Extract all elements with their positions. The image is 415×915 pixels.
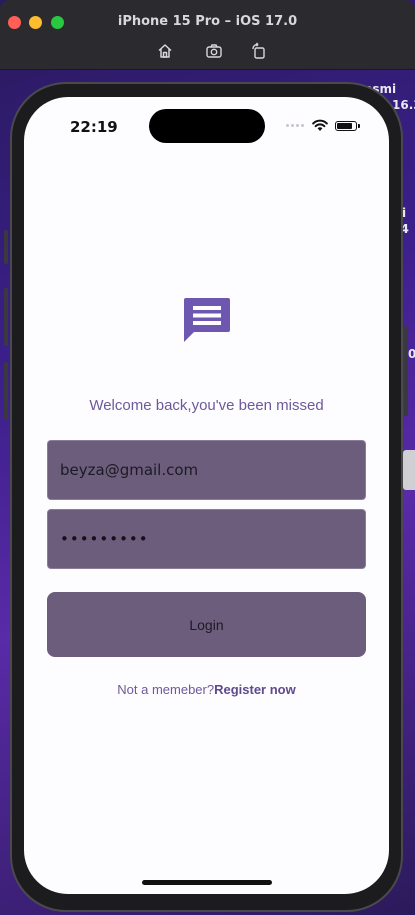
register-now-link[interactable]: Register now — [214, 682, 296, 697]
status-time: 22:19 — [70, 118, 118, 136]
desktop-window-edge — [403, 450, 415, 490]
email-field[interactable]: beyza@gmail.com — [47, 440, 366, 500]
register-prompt-row: Not a memeber?Register now — [24, 682, 389, 697]
chat-message-icon — [182, 296, 232, 344]
password-field[interactable]: ••••••••• — [47, 509, 366, 569]
home-indicator[interactable] — [142, 880, 272, 885]
email-value: beyza@gmail.com — [60, 461, 199, 479]
desktop-label: 0 — [408, 347, 415, 361]
simulator-titlebar: iPhone 15 Pro – iOS 17.0 — [0, 0, 415, 70]
wifi-icon — [312, 118, 328, 132]
welcome-message: Welcome back,you've been missed — [89, 397, 324, 414]
dynamic-island — [149, 109, 265, 143]
power-button[interactable] — [404, 326, 408, 416]
password-value: ••••••••• — [60, 530, 149, 548]
cellular-signal-icon — [286, 124, 308, 128]
login-button[interactable]: Login — [47, 592, 366, 657]
volume-down-button[interactable] — [4, 362, 8, 420]
login-button-label: Login — [189, 616, 224, 633]
home-icon[interactable] — [156, 42, 174, 60]
app-screen: 22:19 Welcome back,you've been missed be… — [24, 97, 389, 894]
action-button[interactable] — [4, 230, 8, 264]
battery-icon — [335, 121, 360, 131]
rotate-icon[interactable] — [250, 42, 268, 60]
simulator-title: iPhone 15 Pro – iOS 17.0 — [117, 14, 298, 29]
screenshot-icon[interactable] — [205, 42, 223, 60]
register-prompt: Not a memeber? — [117, 682, 215, 697]
volume-up-button[interactable] — [4, 288, 8, 346]
